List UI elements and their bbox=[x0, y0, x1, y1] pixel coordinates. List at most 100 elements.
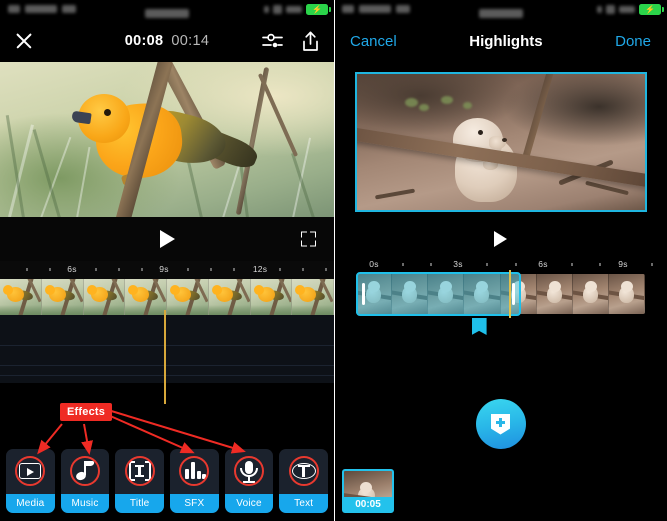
close-icon[interactable] bbox=[14, 31, 34, 51]
clip-thumbnail[interactable]: 00:05 bbox=[342, 469, 394, 513]
clip-duration-badge: 00:05 bbox=[344, 497, 392, 511]
filmstrip-frame bbox=[572, 274, 609, 314]
right-phone-screen: ⚡ Cancel Highlights Done 0s 3s 6s 9s 00:… bbox=[334, 0, 667, 521]
panel-divider bbox=[334, 0, 335, 521]
carrier-name-text bbox=[359, 5, 391, 13]
share-export-icon[interactable] bbox=[301, 31, 320, 52]
ruler-tick bbox=[515, 263, 517, 266]
playhead[interactable] bbox=[164, 310, 166, 404]
add-highlight-shield-icon bbox=[491, 413, 510, 435]
bluetooth-icon bbox=[606, 5, 615, 14]
ruler-label: 6s bbox=[67, 264, 77, 274]
branch-twig bbox=[257, 73, 299, 157]
bookmark-marker-icon[interactable] bbox=[471, 318, 487, 335]
toolbar-item-media[interactable]: Media bbox=[6, 449, 55, 513]
carrier-signal-icon bbox=[342, 5, 354, 13]
ruler-label: 0s bbox=[369, 259, 379, 269]
play-icon[interactable] bbox=[159, 230, 175, 248]
filmstrip-frame bbox=[125, 279, 167, 315]
carrier-signal-icon bbox=[8, 5, 20, 13]
done-button[interactable]: Done bbox=[615, 33, 651, 50]
toolbar-item-music[interactable]: Music bbox=[60, 449, 110, 513]
ruler-tick bbox=[210, 268, 212, 271]
status-bar-clock bbox=[478, 5, 523, 23]
battery-charging-icon: ⚡ bbox=[639, 4, 664, 15]
filmstrip-frame bbox=[250, 279, 293, 315]
toolbar-item-label: Voice bbox=[224, 494, 274, 513]
ruler-label: 9s bbox=[159, 264, 169, 274]
filmstrip-frame bbox=[608, 274, 645, 314]
battery-percent-text bbox=[619, 6, 635, 13]
status-bar-right-group: ⚡ bbox=[264, 4, 331, 15]
app-root: ⚡ 00:08 00:14 6s 9s 12s Media Music Titl… bbox=[0, 0, 667, 521]
timeline-tracks[interactable] bbox=[0, 315, 334, 383]
wifi-icon bbox=[62, 5, 76, 13]
highlight-circle-annotation bbox=[15, 456, 46, 486]
highlight-circle-annotation bbox=[124, 456, 155, 486]
bluetooth-icon bbox=[273, 5, 282, 14]
cancel-button[interactable]: Cancel bbox=[350, 33, 397, 50]
bird-beak bbox=[71, 110, 92, 125]
filmstrip-frame bbox=[292, 279, 334, 315]
trim-handle-right[interactable] bbox=[511, 283, 515, 305]
add-highlight-button[interactable] bbox=[475, 399, 526, 449]
ruler-tick bbox=[651, 263, 653, 266]
ruler-tick bbox=[571, 263, 573, 266]
toolbar-item-sfx[interactable]: SFX bbox=[170, 449, 219, 513]
status-bar-left-group-right bbox=[342, 5, 410, 13]
highlight-circle-annotation bbox=[70, 456, 100, 486]
wifi-icon bbox=[396, 5, 410, 13]
timeline-ruler-left[interactable]: 6s 9s 12s bbox=[0, 261, 334, 279]
ruler-label: 9s bbox=[618, 259, 628, 269]
alarm-icon bbox=[264, 6, 269, 13]
prairie-dog-nose bbox=[501, 138, 507, 142]
highlights-top-bar: Cancel Highlights Done bbox=[334, 20, 667, 62]
toolbar-item-label: SFX bbox=[170, 494, 219, 513]
ruler-tick bbox=[233, 268, 235, 271]
ruler-label: 3s bbox=[453, 259, 463, 269]
trim-handle-left[interactable] bbox=[362, 283, 365, 305]
video-preview-bird[interactable] bbox=[0, 62, 334, 217]
battery-charging-icon: ⚡ bbox=[306, 4, 331, 15]
highlight-circle-annotation bbox=[234, 456, 265, 486]
editor-top-bar: 00:08 00:14 bbox=[0, 20, 334, 62]
ruler-label: 12s bbox=[252, 264, 268, 274]
toolbar-item-text[interactable]: Text bbox=[279, 449, 329, 513]
filmstrip-track[interactable] bbox=[0, 279, 334, 315]
play-icon[interactable] bbox=[494, 231, 507, 247]
page-title: Highlights bbox=[469, 32, 543, 50]
filmstrip-frame bbox=[83, 279, 126, 315]
status-bar-right-group: ⚡ bbox=[597, 4, 664, 15]
toolbar-item-label: Title bbox=[115, 494, 165, 513]
toolbar-item-label: Text bbox=[279, 494, 329, 513]
video-preview-prairie-dog[interactable] bbox=[354, 72, 647, 212]
toolbar-item-voice[interactable]: Voice bbox=[224, 449, 274, 513]
ruler-tick bbox=[302, 268, 304, 271]
left-phone-screen: ⚡ 00:08 00:14 6s 9s 12s Media Music Titl… bbox=[0, 0, 334, 521]
sliders-icon[interactable] bbox=[262, 32, 283, 50]
editor-toolbar: Media Music Title SFX Voice Text bbox=[0, 449, 334, 521]
ruler-tick bbox=[279, 268, 281, 271]
fullscreen-icon[interactable] bbox=[301, 231, 316, 247]
player-controls-right bbox=[334, 222, 667, 256]
carrier-name-text bbox=[25, 5, 57, 13]
toolbar-item-label: Media bbox=[6, 494, 55, 513]
battery-percent-text bbox=[286, 6, 302, 13]
ruler-tick bbox=[26, 268, 28, 271]
time-indicator: 00:08 00:14 bbox=[125, 33, 209, 49]
ruler-label: 6s bbox=[538, 259, 548, 269]
status-bar-left-group bbox=[8, 5, 76, 13]
toolbar-item-title[interactable]: Title bbox=[115, 449, 165, 513]
highlight-timeline[interactable] bbox=[356, 270, 645, 335]
ruler-tick bbox=[141, 268, 143, 271]
top-bar-actions bbox=[262, 31, 320, 52]
ruler-tick bbox=[187, 268, 189, 271]
total-time-label: 00:14 bbox=[171, 33, 210, 49]
filmstrip-frame bbox=[41, 279, 84, 315]
preview-stage bbox=[334, 62, 667, 222]
effects-callout-label: Effects bbox=[60, 403, 113, 421]
playhead[interactable] bbox=[509, 270, 512, 318]
twig-vertical bbox=[520, 74, 556, 163]
highlight-selection-range[interactable] bbox=[356, 272, 521, 316]
filmstrip-frame bbox=[167, 279, 209, 315]
